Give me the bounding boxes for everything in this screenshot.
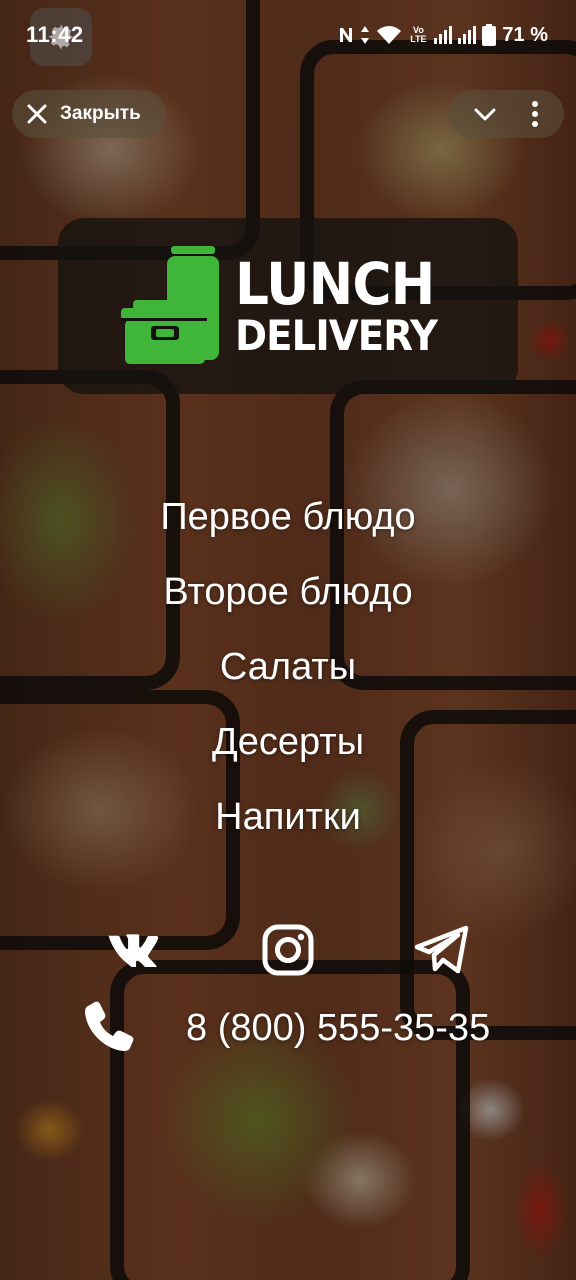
more-vertical-icon	[532, 101, 538, 127]
chevron-down-icon	[474, 108, 496, 121]
status-indicators: Vo LTE 71 %	[338, 24, 548, 47]
close-label: Закрыть	[60, 103, 141, 124]
social-links	[0, 918, 576, 982]
telegram-link[interactable]	[410, 918, 474, 982]
more-options-button[interactable]	[530, 100, 540, 128]
instagram-icon	[262, 924, 314, 976]
category-menu: Первое блюдо Второе блюдо Салаты Десерты…	[0, 480, 576, 855]
telegram-icon	[414, 925, 469, 974]
menu-item-first-course[interactable]: Первое блюдо	[160, 480, 415, 555]
logo-card: LUNCH DELIVERY	[58, 218, 518, 394]
battery-percent: 71 %	[502, 23, 548, 46]
logo-line-delivery: DELIVERY	[235, 311, 438, 360]
data-arrows-icon	[360, 25, 370, 45]
menu-item-salads[interactable]: Салаты	[220, 630, 356, 705]
wifi-icon	[376, 25, 402, 45]
close-icon	[27, 104, 47, 124]
instagram-link[interactable]	[256, 918, 320, 982]
collapse-button[interactable]	[472, 101, 498, 127]
menu-item-second-course[interactable]: Второе блюдо	[163, 555, 412, 630]
phone-number-link[interactable]: 8 (800) 555-35-35	[186, 990, 490, 1066]
status-bar: 11:42 Vo LTE 71 %	[0, 0, 576, 70]
menu-item-drinks[interactable]: Напитки	[215, 780, 361, 855]
signal-icon	[458, 26, 477, 44]
signal-icon	[434, 26, 453, 44]
vk-link[interactable]	[102, 918, 166, 982]
phone-icon	[85, 1001, 134, 1051]
vk-icon	[108, 934, 159, 967]
nfc-icon	[338, 26, 354, 44]
battery-icon	[482, 24, 497, 46]
menu-item-desserts[interactable]: Десерты	[212, 705, 364, 780]
logo-line-lunch: LUNCH	[235, 250, 435, 318]
logo-wordmark: LUNCH DELIVERY	[235, 255, 455, 357]
window-controls	[448, 90, 564, 138]
lunchbox-logo-icon	[121, 246, 220, 364]
phone-contact: 8 (800) 555-35-35	[0, 990, 576, 1066]
network-type-label: Vo LTE	[410, 25, 427, 44]
status-time: 11:42	[26, 22, 84, 47]
call-button[interactable]	[76, 994, 142, 1060]
close-button[interactable]: Закрыть	[12, 90, 166, 138]
